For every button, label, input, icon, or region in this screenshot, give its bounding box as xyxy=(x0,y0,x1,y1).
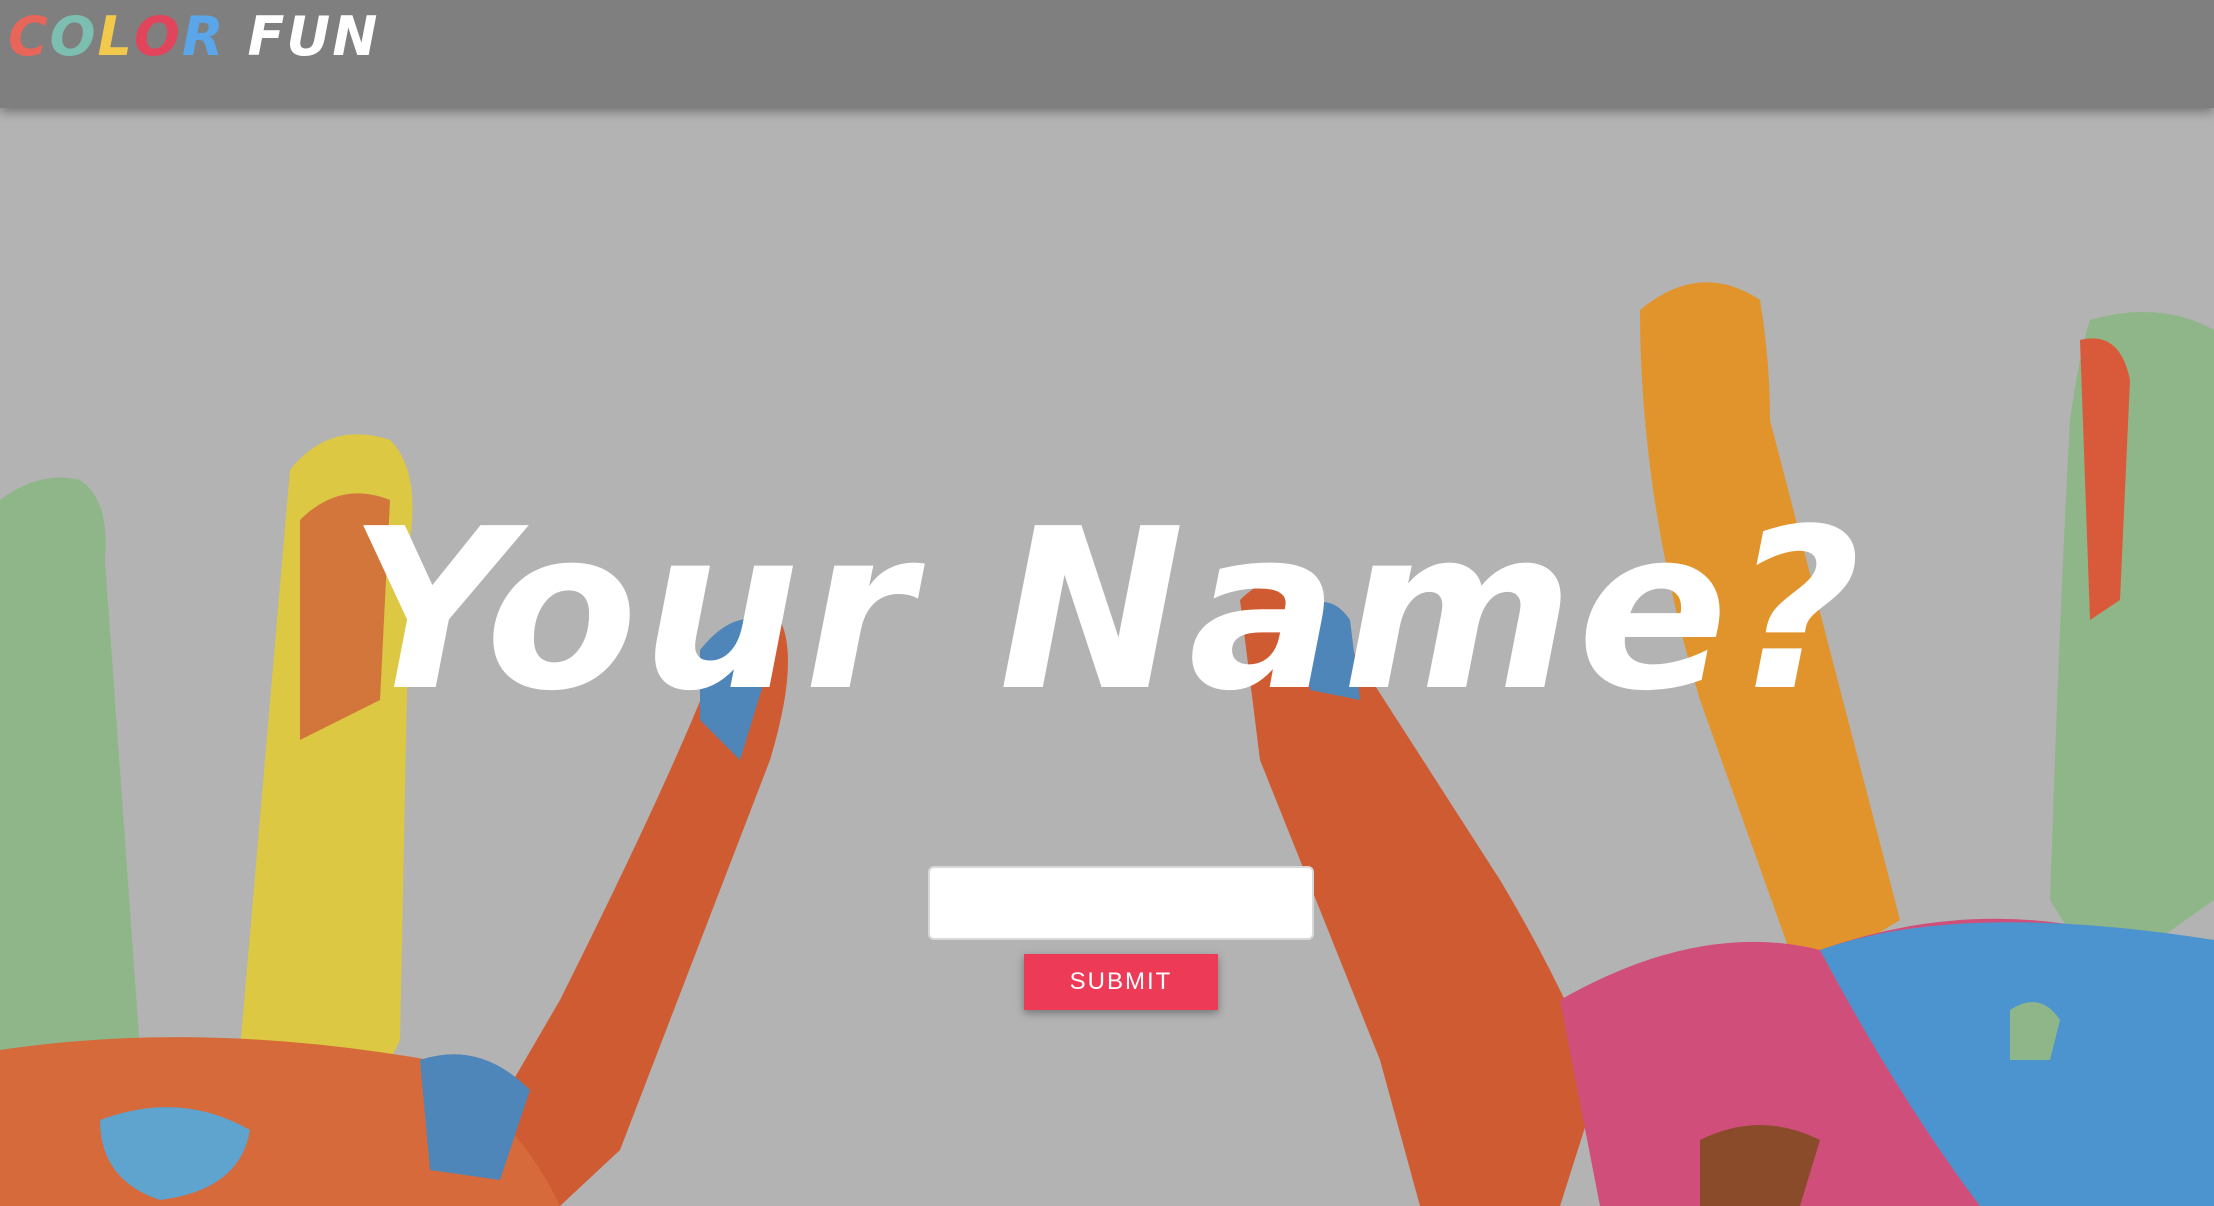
top-bar: C O L O R FUN xyxy=(0,0,2214,108)
name-input[interactable] xyxy=(928,866,1314,940)
color-fun-logo[interactable]: C O L O R FUN xyxy=(8,4,379,68)
page-headline: Your Name? xyxy=(349,482,1865,740)
page: C O L O R FUN Your Name? SUBMIT xyxy=(0,0,2214,1206)
logo-letter: O xyxy=(49,4,98,68)
logo-letter: R xyxy=(181,4,226,68)
logo-letter: C xyxy=(8,4,50,68)
submit-button[interactable]: SUBMIT xyxy=(1024,954,1218,1010)
logo-word-fun: FUN xyxy=(247,4,380,68)
logo-letter: L xyxy=(97,4,134,68)
logo-letter: O xyxy=(133,4,182,68)
